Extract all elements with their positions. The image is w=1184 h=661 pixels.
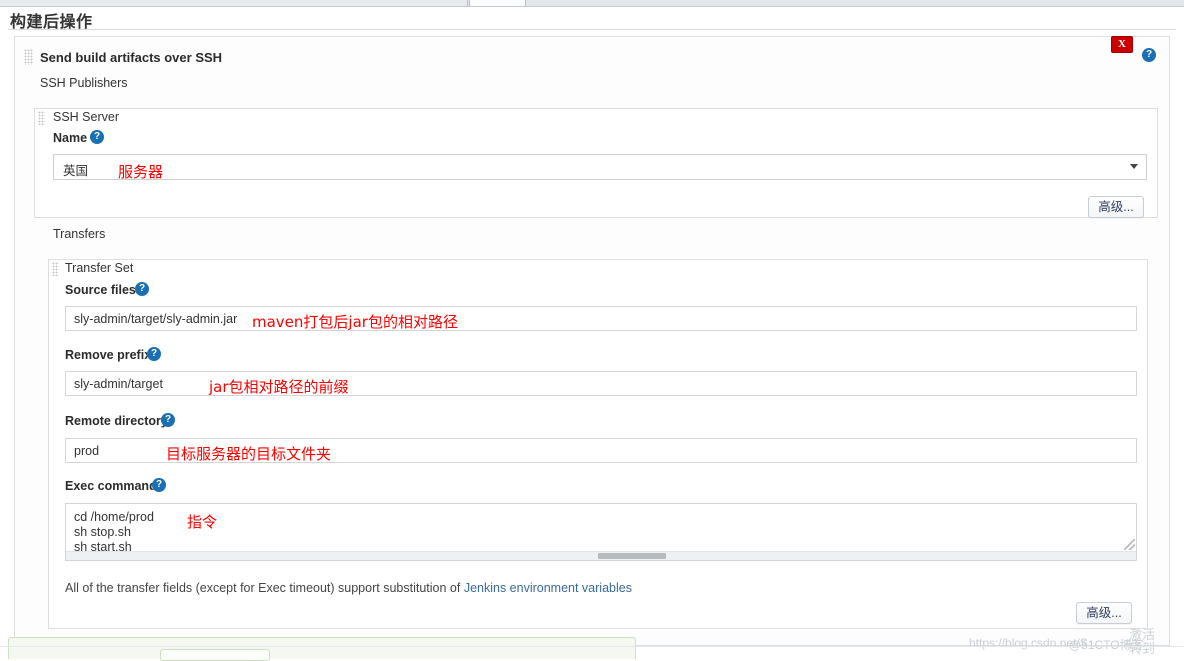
advanced-button-server[interactable]: 高级... xyxy=(1088,196,1144,218)
help-icon-name[interactable]: ? xyxy=(90,130,104,144)
exec-command-label: Exec command xyxy=(65,479,157,493)
remove-prefix-input[interactable] xyxy=(65,371,1137,396)
transfer-note-text: All of the transfer fields (except for E… xyxy=(65,581,464,595)
help-icon-remove-prefix[interactable]: ? xyxy=(147,347,161,361)
bottom-green-inner-button[interactable] xyxy=(160,649,270,661)
exec-command-textarea[interactable]: cd /home/prod sh stop.sh sh start.sh xyxy=(65,503,1137,561)
source-files-input[interactable] xyxy=(65,306,1137,331)
browser-tab-strip xyxy=(0,0,1184,7)
exec-command-value: cd /home/prod sh stop.sh sh start.sh xyxy=(74,510,154,554)
transfer-note: All of the transfer fields (except for E… xyxy=(65,581,632,595)
help-icon-remote-directory[interactable]: ? xyxy=(161,413,175,427)
ssh-server-legend: SSH Server xyxy=(53,110,119,124)
ssh-server-name-select[interactable]: 英国 xyxy=(53,154,1147,180)
remote-directory-label: Remote directory xyxy=(65,414,168,428)
tab-strip-left[interactable] xyxy=(0,0,468,6)
name-label: Name xyxy=(53,131,88,145)
drag-handle-transfer-set[interactable] xyxy=(52,262,59,276)
help-icon-exec-command[interactable]: ? xyxy=(152,478,166,492)
title-divider xyxy=(8,29,1176,30)
remote-directory-input[interactable] xyxy=(65,438,1137,463)
block-title: Send build artifacts over SSH xyxy=(40,50,223,65)
page-bottom-divider xyxy=(0,646,1184,647)
transfers-label: Transfers xyxy=(53,227,106,241)
source-files-label: Source files xyxy=(65,283,136,297)
delete-publisher-button[interactable]: X xyxy=(1111,36,1133,53)
chevron-down-icon xyxy=(1130,164,1138,169)
drag-handle-publisher[interactable] xyxy=(24,49,33,65)
ssh-server-selected-value: 英国 xyxy=(63,164,89,178)
drag-handle-ssh-server[interactable] xyxy=(38,111,45,125)
tab-strip-active[interactable] xyxy=(469,0,526,6)
textarea-horizontal-scrollbar[interactable] xyxy=(66,551,1136,560)
ssh-publishers-label: SSH Publishers xyxy=(40,76,128,90)
jenkins-env-vars-link[interactable]: Jenkins environment variables xyxy=(464,581,632,595)
scrollbar-thumb[interactable] xyxy=(598,553,666,559)
remove-prefix-label: Remove prefix xyxy=(65,348,152,362)
help-icon-source-files[interactable]: ? xyxy=(135,282,149,296)
help-icon-publisher[interactable]: ? xyxy=(1142,48,1156,62)
transfer-set-legend: Transfer Set xyxy=(65,261,134,275)
bottom-green-panel xyxy=(8,637,636,659)
textarea-resize-handle[interactable] xyxy=(1124,539,1135,550)
advanced-button-transfer[interactable]: 高级... xyxy=(1076,602,1132,624)
tab-strip-right[interactable] xyxy=(527,0,1184,6)
